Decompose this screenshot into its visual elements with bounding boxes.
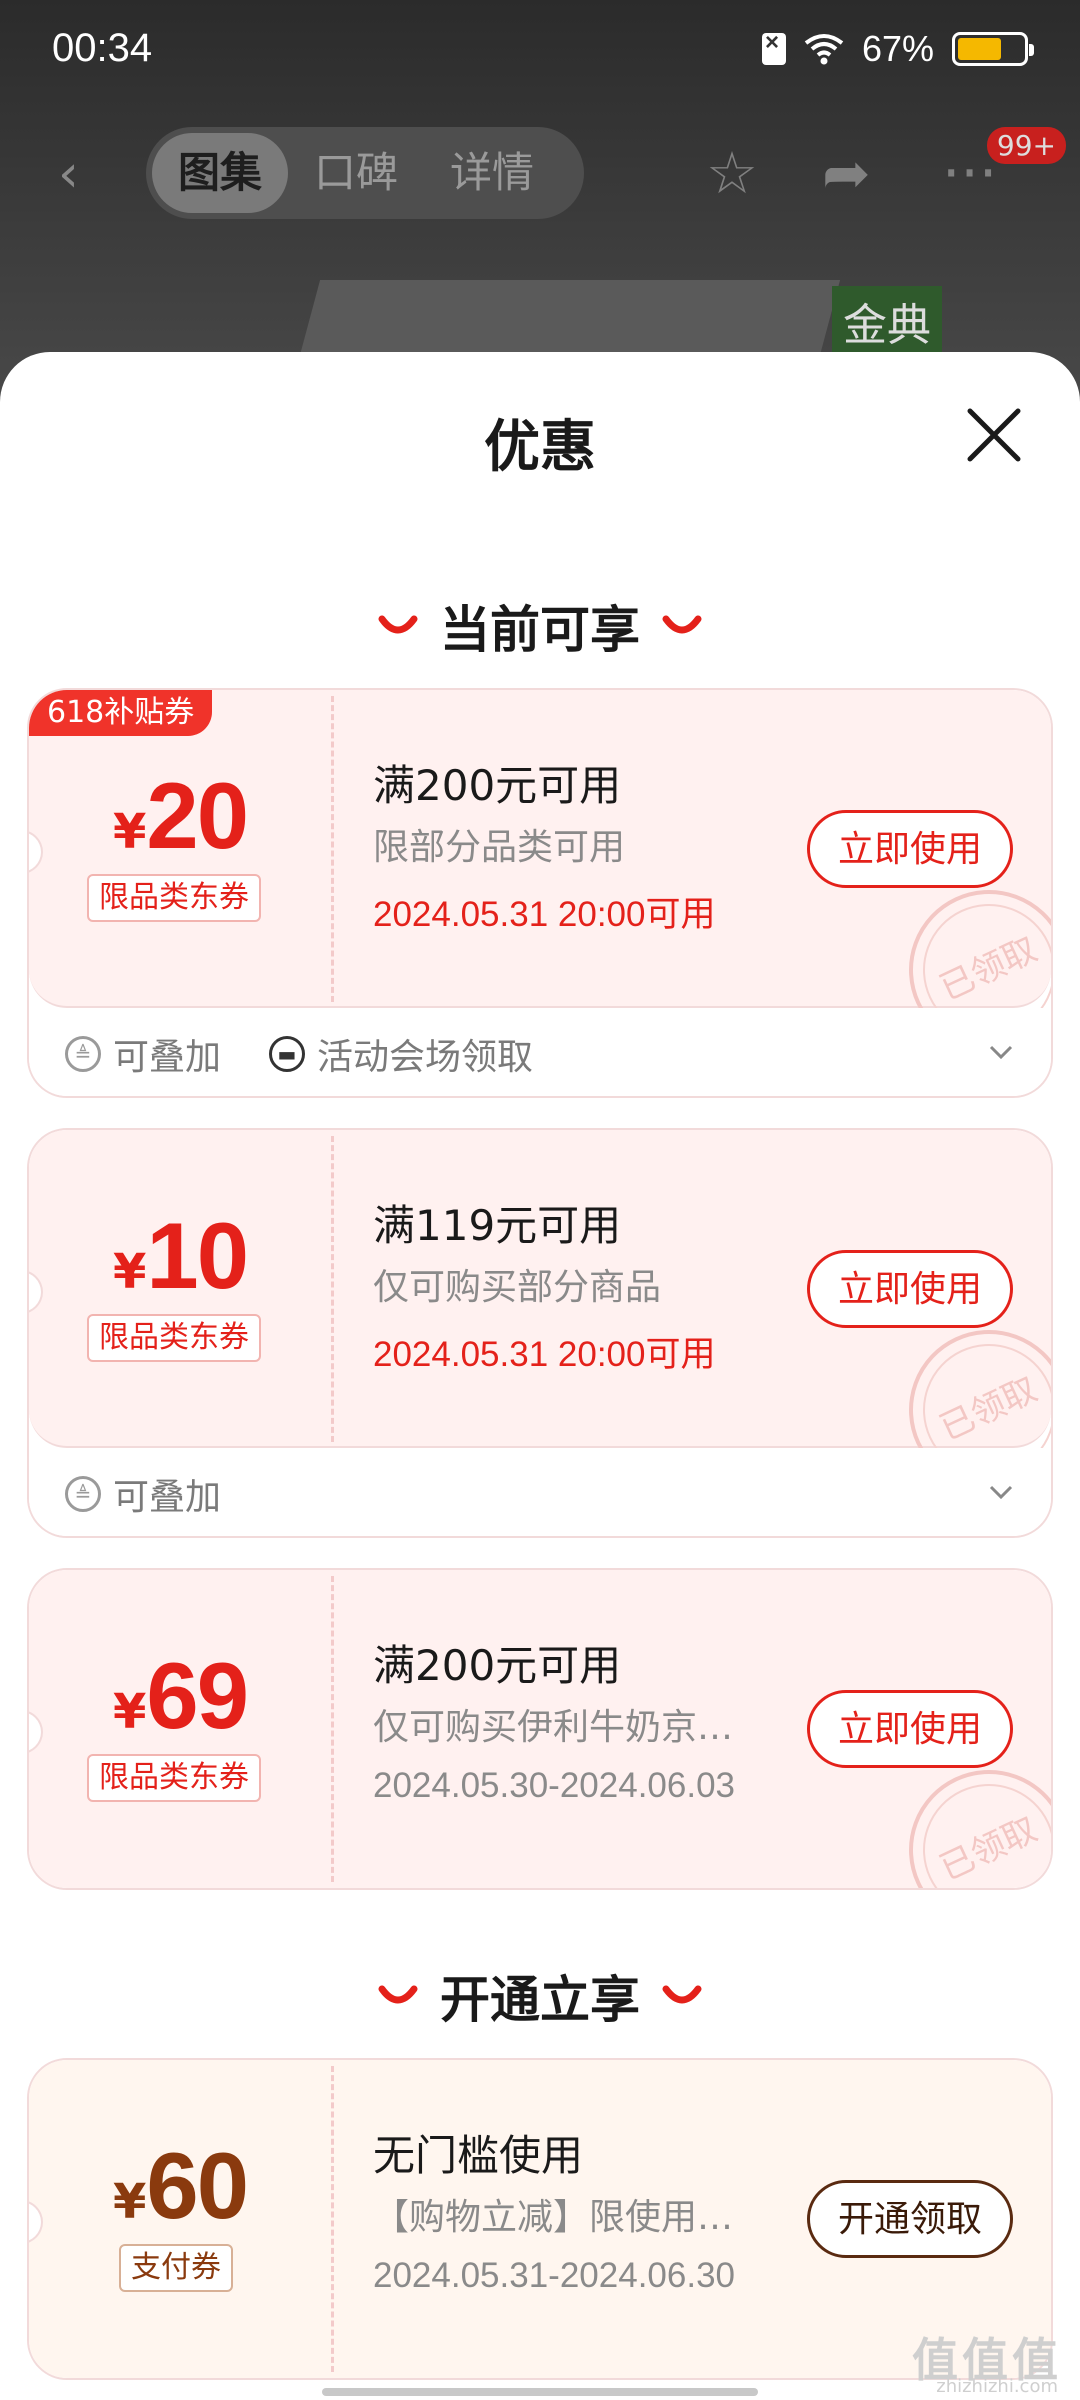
open-claim-button[interactable]: 开通领取: [807, 2180, 1013, 2258]
coupon-condition: 无门槛使用: [373, 2131, 584, 2180]
coupon-amount: ¥10: [29, 1202, 331, 1310]
coupon-footer[interactable]: ≜ 可叠加 ▬ 活动会场领取: [29, 1008, 1051, 1096]
stack-icon: ≜: [65, 1036, 101, 1072]
stackable-label: ≜ 可叠加: [65, 1468, 221, 1520]
coupon-divider: [331, 2066, 334, 2372]
star-icon[interactable]: ☆: [706, 143, 758, 203]
coupon-valid-date: 2024.05.31-2024.06.30: [373, 2256, 735, 2295]
smile-decoration-icon: [378, 615, 418, 634]
amount-value: 20: [146, 763, 249, 868]
home-indicator[interactable]: [322, 2388, 758, 2396]
venue-label: ▬ 活动会场领取: [269, 1028, 533, 1080]
coupon-scope: 限部分品类可用: [373, 827, 626, 868]
foot-text: 活动会场领取: [317, 1037, 534, 1078]
no-sim-icon: [761, 29, 786, 65]
coupon-main: ¥20 限品类东券 满200元可用 限部分品类可用 2024.05.31 20:…: [29, 690, 1051, 1077]
nav-bar: ‹ 图集 口碑 详情 ☆ ➦ ··· 99+: [0, 125, 1080, 225]
coupon-main: ¥60 支付券 无门槛使用 【购物立减】限使用… 2024.05.31-2024…: [29, 2060, 1051, 2378]
tab-details[interactable]: 详情: [424, 133, 560, 213]
section-current-title: 当前可享: [440, 601, 640, 659]
section-open-title: 开通立享: [440, 1971, 640, 2029]
stackable-label: ≜ 可叠加: [65, 1028, 221, 1080]
subsidy-ribbon: 618补贴券: [29, 690, 213, 736]
use-now-button[interactable]: 立即使用: [807, 810, 1013, 888]
status-time: 00:34: [52, 26, 153, 70]
coupon-type-tag: 支付券: [119, 2244, 233, 2292]
foot-text: 可叠加: [113, 1037, 222, 1078]
coupon-card: ¥10 限品类东券 满119元可用 仅可购买部分商品 2024.05.31 20…: [27, 1128, 1053, 1538]
stack-icon: ≜: [65, 1476, 101, 1512]
watermark-url: zhizhizhi.com: [936, 2376, 1058, 2397]
coupon-main: ¥69 限品类东券 满200元可用 仅可购买伊利牛奶京… 2024.05.30-…: [29, 1570, 1051, 1888]
coupon-divider: [331, 1136, 334, 1442]
status-bar: 00:34 67%: [0, 0, 1080, 100]
battery-icon: [952, 32, 1034, 66]
status-icons: 67%: [761, 28, 1034, 70]
amount-value: 10: [146, 1203, 249, 1308]
coupon-scope: 【购物立减】限使用…: [373, 2197, 734, 2238]
chevron-down-icon[interactable]: [987, 1038, 1015, 1066]
coupon-footer[interactable]: ≜ 可叠加: [29, 1448, 1051, 1536]
ticket-icon: ▬: [269, 1036, 305, 1072]
battery-percent: 67%: [861, 28, 934, 69]
battery-fill: [958, 38, 1001, 60]
coupon-divider: [331, 1576, 334, 1882]
coupon-valid-date: 2024.05.31 20:00可用: [373, 895, 716, 934]
coupon-valid-date: 2024.05.31 20:00可用: [373, 1335, 716, 1374]
use-now-button[interactable]: 立即使用: [807, 1690, 1013, 1768]
tab-gallery[interactable]: 图集: [152, 133, 289, 213]
smile-decoration-icon: [662, 1985, 702, 2004]
coupon-card: ¥69 限品类东券 满200元可用 仅可购买伊利牛奶京… 2024.05.30-…: [27, 1568, 1053, 1890]
currency-symbol: ¥: [113, 2174, 147, 2230]
smile-decoration-icon: [378, 1985, 418, 2004]
coupon-amount: ¥20: [29, 762, 331, 870]
wifi-icon: [804, 34, 844, 65]
currency-symbol: ¥: [113, 804, 147, 860]
coupon-sheet: 优惠 当前可享 ¥20 限品类东券 满200元可用 限部分品类可用 2024.0…: [0, 352, 1080, 2400]
coupon-main: ¥10 限品类东券 满119元可用 仅可购买部分商品 2024.05.31 20…: [29, 1130, 1051, 1517]
coupon-type-tag: 限品类东券: [87, 1754, 261, 1802]
coupon-scope: 仅可购买伊利牛奶京…: [373, 1707, 734, 1748]
section-current: 当前可享: [0, 590, 1080, 662]
chevron-down-icon[interactable]: [987, 1478, 1015, 1506]
tab-reviews[interactable]: 口碑: [288, 133, 424, 213]
message-badge: 99+: [986, 127, 1066, 164]
section-open: 开通立享: [0, 1960, 1080, 2032]
use-now-button[interactable]: 立即使用: [807, 1250, 1013, 1328]
coupon-condition: 满119元可用: [373, 1201, 622, 1250]
amount-value: 69: [146, 1643, 249, 1748]
coupon-scope: 仅可购买部分商品: [373, 1267, 662, 1308]
foot-text: 可叠加: [113, 1477, 222, 1518]
currency-symbol: ¥: [113, 1684, 147, 1740]
coupon-condition: 满200元可用: [373, 761, 622, 810]
sheet-title: 优惠: [484, 415, 596, 480]
currency-symbol: ¥: [113, 1244, 147, 1300]
coupon-divider: [331, 696, 334, 1002]
share-icon[interactable]: ➦: [822, 143, 871, 203]
coupon-amount: ¥60: [29, 2132, 331, 2240]
tab-group: 图集 口碑 详情: [146, 127, 584, 219]
coupon-condition: 满200元可用: [373, 1641, 622, 1690]
coupon-card: ¥60 支付券 无门槛使用 【购物立减】限使用… 2024.05.31-2024…: [27, 2058, 1053, 2380]
amount-value: 60: [146, 2133, 249, 2238]
close-icon[interactable]: [966, 407, 1022, 463]
coupon-card: ¥20 限品类东券 满200元可用 限部分品类可用 2024.05.31 20:…: [27, 688, 1053, 1098]
back-icon[interactable]: ‹: [58, 148, 108, 200]
coupon-type-tag: 限品类东券: [87, 874, 261, 922]
coupon-amount: ¥69: [29, 1642, 331, 1750]
coupon-type-tag: 限品类东券: [87, 1314, 261, 1362]
coupon-valid-date: 2024.05.30-2024.06.03: [373, 1766, 735, 1805]
smile-decoration-icon: [662, 615, 702, 634]
